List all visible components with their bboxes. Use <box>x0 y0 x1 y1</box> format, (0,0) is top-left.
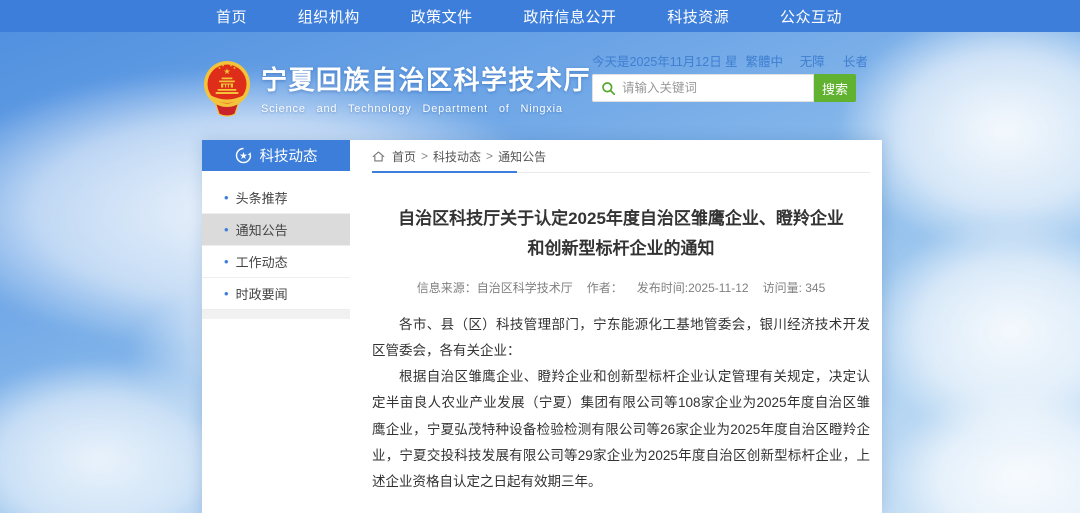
search-bar: 搜索 <box>592 74 856 102</box>
cloud-decoration <box>870 220 1080 440</box>
article-title: 自治区科技厅关于认定2025年度自治区雏鹰企业、瞪羚企业和创新型标杆企业的通知 <box>372 204 870 264</box>
sidebar-item-label: 通知公告 <box>236 220 288 239</box>
article-body: 各市、县（区）科技管理部门，宁东能源化工基地管委会，银川经济技术开发区管委会，各… <box>372 312 870 496</box>
article-title-line: 自治区科技厅关于认定2025年度自治区雏鹰企业、瞪羚企业 <box>372 204 870 234</box>
bullet-dot-icon: • <box>224 254 229 269</box>
search-button[interactable]: 搜索 <box>814 74 856 102</box>
top-nav-item[interactable]: 政策文件 <box>411 6 473 27</box>
sidebar-item-label: 工作动态 <box>236 252 288 271</box>
site-subtitle: Science and Technology Department of Nin… <box>261 103 591 115</box>
meta-author: 作者： <box>587 281 623 295</box>
article-paragraph: 根据自治区雏鹰企业、瞪羚企业和创新型标杆企业认定管理有关规定，决定认定半亩良人农… <box>372 364 870 496</box>
breadcrumb-separator: > <box>486 149 493 163</box>
breadcrumb-label: 通知公告 <box>498 148 546 165</box>
sidebar-item-label: 头条推荐 <box>236 188 288 207</box>
bullet-dot-icon: • <box>224 286 229 301</box>
top-nav-item[interactable]: 公众互动 <box>780 6 842 27</box>
bullet-dot-icon: • <box>224 190 229 205</box>
meta-visits: 访问量: 345 <box>763 281 826 295</box>
breadcrumb-list: 首页 > 科技动态 > 通知公告 > <box>392 148 546 165</box>
top-nav-item[interactable]: 首页 <box>216 6 247 27</box>
breadcrumb: 首页 > 科技动态 > 通知公告 > <box>372 140 870 173</box>
article-area: 首页 > 科技动态 > 通知公告 > 自治区科技厅关于认定2025年度自治区雏鹰… <box>372 140 870 513</box>
breadcrumb-active-underline <box>372 171 517 173</box>
home-icon <box>372 150 385 163</box>
breadcrumb-label: 首页 <box>392 148 416 165</box>
sidebar-item-label: 时政要闻 <box>236 284 288 303</box>
search-input[interactable] <box>622 81 800 95</box>
breadcrumb-separator: > <box>421 149 428 163</box>
search-box <box>592 74 814 102</box>
meta-source: 信息来源：自治区科学技术厅 <box>417 281 573 295</box>
sidebar-menu-item[interactable]: • 头条推荐 <box>202 182 350 214</box>
top-nav-list: 首页 组织机构 政策文件 政府信息公开 科技资源 公众互动 <box>216 0 842 32</box>
sidebar-footer-strip <box>202 310 350 319</box>
sidebar-title: 科技动态 <box>260 145 318 166</box>
sidebar-menu-item[interactable]: • 时政要闻 <box>202 278 350 310</box>
site-header: 宁夏回族自治区科学技术厅 Science and Technology Depa… <box>202 60 591 118</box>
breadcrumb-item[interactable]: 首页 > <box>392 148 433 165</box>
cloud-decoration <box>890 390 1080 513</box>
top-nav-item[interactable]: 组织机构 <box>298 6 360 27</box>
article-meta: 信息来源：自治区科学技术厅作者： 发布时间:2025-11-12 访问量: 345 <box>372 279 870 296</box>
breadcrumb-item[interactable]: 科技动态 > <box>433 148 498 165</box>
content-panel: 科技动态 • 头条推荐 • 通知公告 • 工作动态 • 时政要闻 <box>202 140 882 513</box>
breadcrumb-label: 科技动态 <box>433 148 481 165</box>
top-navigation-bar: 首页 组织机构 政策文件 政府信息公开 科技资源 公众互动 <box>0 0 1080 32</box>
sidebar-menu-item[interactable]: • 通知公告 <box>202 214 350 246</box>
page-background: 首页 组织机构 政策文件 政府信息公开 科技资源 公众互动 <box>0 0 1080 513</box>
search-icon <box>601 81 616 96</box>
national-emblem-logo <box>202 60 252 118</box>
sidebar-menu: • 头条推荐 • 通知公告 • 工作动态 • 时政要闻 <box>202 182 350 310</box>
sidebar: 科技动态 • 头条推荐 • 通知公告 • 工作动态 • 时政要闻 <box>202 140 350 319</box>
sidebar-header: 科技动态 <box>202 140 350 171</box>
article-title-line: 和创新型标杆企业的通知 <box>372 234 870 264</box>
article-paragraph: 各市、县（区）科技管理部门，宁东能源化工基地管委会，银川经济技术开发区管委会，各… <box>372 312 870 365</box>
bullet-dot-icon: • <box>224 222 229 237</box>
site-title-block: 宁夏回族自治区科学技术厅 Science and Technology Depa… <box>261 60 591 118</box>
site-title: 宁夏回族自治区科学技术厅 <box>261 65 591 96</box>
top-nav-item[interactable]: 政府信息公开 <box>523 6 616 27</box>
top-nav-item[interactable]: 科技资源 <box>667 6 729 27</box>
breadcrumb-item[interactable]: 通知公告 > <box>498 148 546 165</box>
meta-published: 发布时间:2025-11-12 <box>637 281 749 295</box>
sidebar-menu-item[interactable]: • 工作动态 <box>202 246 350 278</box>
tech-news-star-icon <box>235 147 252 164</box>
